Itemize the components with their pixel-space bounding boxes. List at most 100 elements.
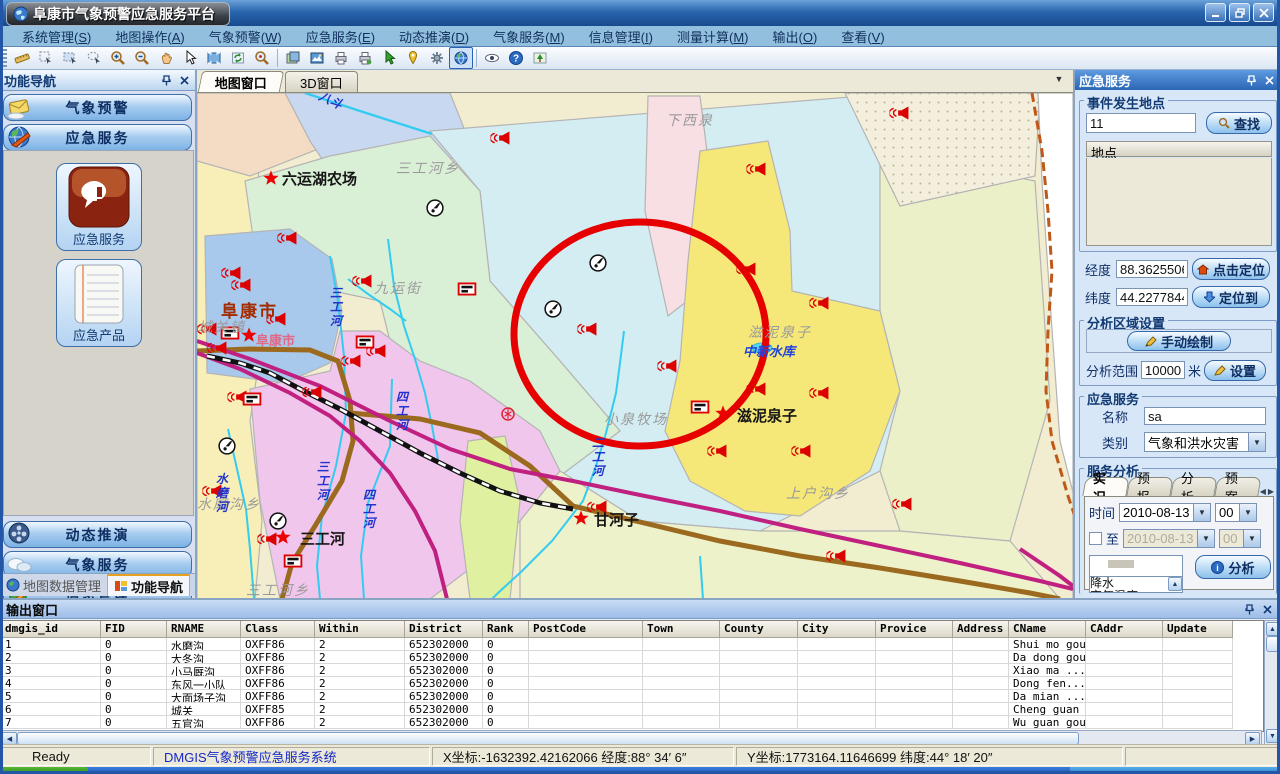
pointer-icon[interactable] — [178, 47, 202, 69]
column-header-Update[interactable]: Update — [1163, 621, 1233, 638]
close-icon[interactable] — [1260, 602, 1274, 616]
start-button[interactable] — [0, 767, 88, 774]
tab-scroll-left-icon[interactable]: ◀ — [1260, 487, 1266, 496]
table-row[interactable]: 10水磨沟OXFF8626523020000Shui mo gou — [1, 638, 1263, 651]
select-icon[interactable] — [34, 47, 58, 69]
goto-location-button[interactable]: 定位到 — [1192, 286, 1270, 308]
windows-taskbar[interactable] — [0, 767, 1280, 774]
help-icon[interactable]: ? — [504, 47, 528, 69]
station-flag-icon[interactable] — [285, 555, 302, 566]
measure-icon[interactable] — [10, 47, 34, 69]
latitude-input[interactable] — [1116, 288, 1188, 306]
pin-icon[interactable] — [1244, 73, 1258, 87]
station-flag-icon[interactable] — [459, 283, 476, 294]
restore-button[interactable] — [1229, 3, 1250, 22]
column-header-CName[interactable]: CName — [1009, 621, 1086, 638]
close-icon[interactable] — [1262, 73, 1276, 87]
horizontal-scrollbar[interactable]: ◀ ▶ — [0, 730, 1262, 745]
farm-machinery-icon[interactable] — [545, 301, 561, 317]
sidebar-item-top-0[interactable]: 气象预警 — [3, 94, 192, 121]
sidebar-item-top-1[interactable]: 应急服务 — [3, 124, 192, 151]
pin-icon[interactable] — [1242, 602, 1256, 616]
service-type-select[interactable]: 气象和洪水灾害 ▼ — [1144, 432, 1266, 452]
hour-from-select[interactable]: 00▼ — [1215, 503, 1257, 522]
map-canvas[interactable]: 六运湖农场三工河乡下西泉九运街阜康市城关镇阜康市水磨沟乡三工河乡三工河甘河子小泉… — [197, 93, 1073, 599]
analyze-button[interactable]: i 分析 — [1195, 555, 1271, 579]
column-header-Address[interactable]: Address — [953, 621, 1009, 638]
range-input[interactable] — [1141, 361, 1185, 379]
refresh-icon[interactable] — [226, 47, 250, 69]
date-from-select[interactable]: 2010-08-13▼ — [1119, 503, 1211, 522]
export-image-icon[interactable] — [305, 47, 329, 69]
column-header-Rank[interactable]: Rank — [483, 621, 529, 638]
menu-E[interactable]: 应急服务(E) — [294, 27, 387, 46]
column-header-Class[interactable]: Class — [241, 621, 315, 638]
table-row[interactable]: 20大冬沟OXFF8626523020000Da dong gou — [1, 651, 1263, 664]
full-extent-icon[interactable] — [202, 47, 226, 69]
pin-icon[interactable] — [159, 73, 173, 87]
table-row[interactable]: 50大面场子沟OXFF8626523020000Da mian ... — [1, 690, 1263, 703]
scroll-up-icon[interactable]: ▲ — [1266, 622, 1279, 636]
vscroll-thumb[interactable] — [1266, 636, 1279, 652]
column-header-District[interactable]: District — [405, 621, 483, 638]
table-row[interactable]: 40东风一小队OXFF8626523020000Dong fen... — [1, 677, 1263, 690]
find-button[interactable]: 查找 — [1206, 112, 1272, 134]
to-checkbox[interactable] — [1089, 532, 1102, 545]
farm-machinery-icon[interactable] — [219, 438, 235, 454]
map-tab-0[interactable]: 地图窗口 — [198, 71, 284, 92]
tab-dropdown-icon[interactable]: ▼ — [1051, 74, 1067, 88]
menu-O[interactable]: 输出(O) — [761, 27, 830, 46]
shortcut-notepad-button[interactable]: 应急产品 — [56, 259, 142, 347]
table-row[interactable]: 70五官沟OXFF8626523020000Wu guan gou — [1, 716, 1263, 729]
column-header-County[interactable]: County — [720, 621, 798, 638]
scroll-down-icon[interactable]: ▼ — [1266, 729, 1279, 743]
scroll-up-icon[interactable]: ▲ — [1168, 577, 1182, 591]
menu-W[interactable]: 气象预警(W) — [197, 27, 294, 46]
settings-icon[interactable] — [425, 47, 449, 69]
column-header-FID[interactable]: FID — [101, 621, 167, 638]
menu-M[interactable]: 测量计算(M) — [665, 27, 761, 46]
element-preview-box[interactable] — [1089, 555, 1183, 577]
analysis-tab-0[interactable]: 实况 — [1082, 477, 1129, 496]
farm-machinery-icon[interactable] — [590, 255, 606, 271]
station-flag-icon[interactable] — [357, 336, 374, 347]
zoom-in-icon[interactable] — [106, 47, 130, 69]
layers-icon[interactable] — [281, 47, 305, 69]
element-listbox[interactable]: 降水空气温度 ▲ — [1089, 576, 1183, 593]
click-locate-button[interactable]: 点击定位 — [1192, 258, 1270, 280]
service-name-input[interactable] — [1144, 407, 1266, 425]
print-color-icon[interactable] — [353, 47, 377, 69]
column-header-RNAME[interactable]: RNAME — [167, 621, 241, 638]
column-header-Provice[interactable]: Provice — [876, 621, 953, 638]
menu-S[interactable]: 系统管理(S) — [10, 27, 103, 46]
column-header-Town[interactable]: Town — [643, 621, 720, 638]
toolbar-grip[interactable] — [2, 49, 7, 67]
location-search-input[interactable] — [1086, 113, 1196, 133]
map-tab-1[interactable]: 3D窗口 — [285, 71, 358, 92]
table-row[interactable]: 60城关OXFF8526523020000Cheng guan — [1, 703, 1263, 716]
close-icon[interactable] — [177, 73, 191, 87]
menu-M[interactable]: 气象服务(M) — [481, 27, 577, 46]
location-list-header[interactable]: 地点 — [1086, 141, 1272, 157]
close-button[interactable] — [1253, 3, 1274, 22]
shortcut-alert-button[interactable]: 应急服务 — [56, 163, 142, 251]
tab-scroll-right-icon[interactable]: ▶ — [1268, 487, 1274, 496]
table-row[interactable]: 30小马厩沟OXFF8626523020000Xiao ma ... — [1, 664, 1263, 677]
station-flag-icon[interactable] — [692, 401, 709, 412]
identify-icon[interactable] — [250, 47, 274, 69]
column-header-City[interactable]: City — [798, 621, 876, 638]
pan-icon[interactable] — [154, 47, 178, 69]
longitude-input[interactable] — [1116, 260, 1188, 278]
column-header-CAddr[interactable]: CAddr — [1086, 621, 1163, 638]
farm-machinery-icon[interactable] — [270, 513, 286, 529]
placemark-icon[interactable] — [401, 47, 425, 69]
select-lasso-icon[interactable] — [82, 47, 106, 69]
location-list[interactable] — [1086, 158, 1272, 246]
eye-icon[interactable] — [480, 47, 504, 69]
menu-A[interactable]: 地图操作(A) — [103, 27, 196, 46]
analysis-tab-3[interactable]: 预案 — [1214, 477, 1261, 496]
print-icon[interactable] — [329, 47, 353, 69]
scene-icon[interactable] — [528, 47, 552, 69]
menu-I[interactable]: 信息管理(I) — [577, 27, 665, 46]
minimize-button[interactable] — [1205, 3, 1226, 22]
